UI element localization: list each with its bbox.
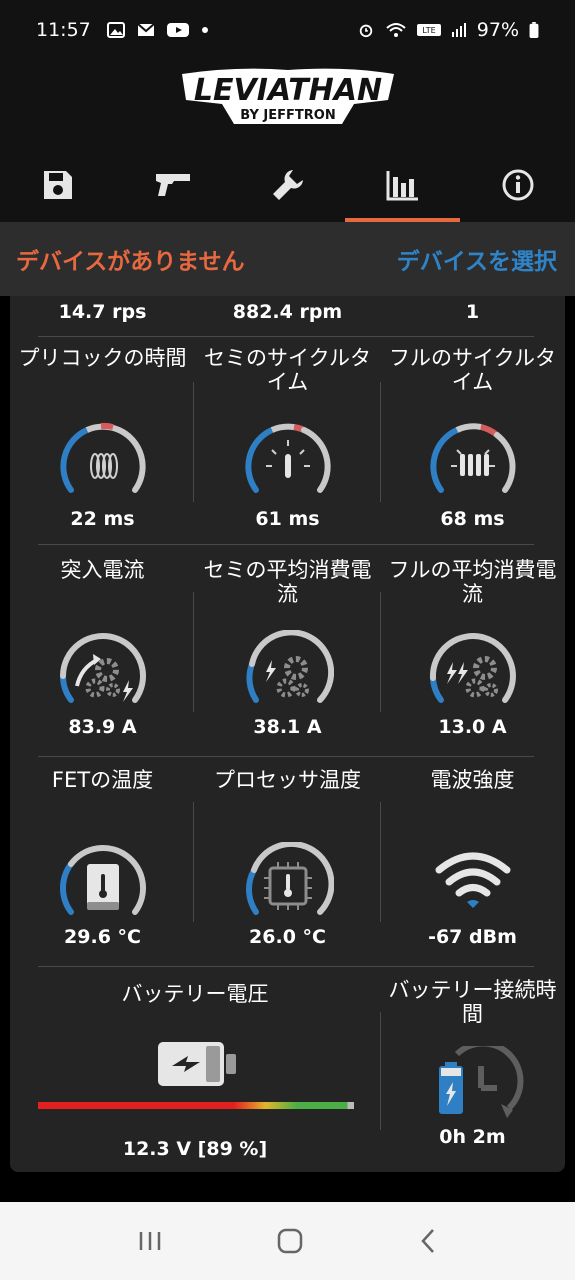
tab-stats[interactable] [345,148,460,222]
full-cycle-label: フルのサイクルタイム [389,346,556,394]
home-icon[interactable] [276,1227,304,1255]
back-icon[interactable] [418,1227,438,1255]
battery-charging-icon [158,1042,236,1086]
divider [193,592,194,712]
rpm-value: 882.4 rpm [232,301,343,323]
dot-icon [201,27,208,33]
precock-coil-gauge-icon [59,422,146,493]
cpu-temp-cell: プロセッサ温度 26.0 °C [195,768,380,968]
battery-time-value: 0h 2m [439,1126,506,1148]
battery-voltage-label: バッテリー電圧 [121,982,269,1006]
full-cycle-cell: フルのサイクルタイム 68 ms [380,346,565,546]
alarm-icon [359,24,372,38]
battery-icon [529,22,539,38]
inrush-gears-gauge-icon [59,633,146,703]
battery-percent: 97% [476,19,519,41]
semi-cycle-value: 61 ms [255,508,320,530]
info-icon [502,169,533,201]
youtube-icon [166,23,189,37]
select-device-button[interactable]: デバイスを選択 [397,242,557,276]
full-cycle-value: 68 ms [440,508,505,530]
wifi-icon [386,23,406,37]
gun-icon [155,174,190,196]
rps-value: 14.7 rps [58,301,147,323]
signal-value: -67 dBm [428,926,517,948]
divider [38,966,534,967]
mail-icon [137,23,155,36]
tab-save[interactable] [0,148,115,222]
tab-tools[interactable] [230,148,345,222]
semi-cycle-gauge-icon [244,423,331,493]
battery-level-bar [38,1102,354,1109]
battery-time-label: バッテリー接続時間 [388,978,557,1026]
battery-voltage-value: 12.3 V [89 %] [122,1138,268,1160]
logo-title: LEVIATHAN [194,73,382,108]
semi-current-gears-gauge-icon [245,630,334,703]
semi-current-cell: セミの平均消費電流 38.1 A [195,558,380,758]
volte-icon: LTE [416,24,441,36]
full-current-gears-gauge-icon [429,633,516,703]
signal-label: 電波強度 [430,768,515,792]
wifi-signal-icon [435,852,510,908]
fet-temp-value: 29.6 °C [64,926,141,948]
divider [38,336,534,337]
inrush-label: 突入電流 [60,558,145,582]
divider [38,756,534,757]
cpu-temp-value: 26.0 °C [249,926,326,948]
tab-gun[interactable] [115,148,230,222]
device-bar: デバイスがありません デバイスを選択 [0,222,575,296]
fet-temp-cell: FETの温度 29.6 °C [10,768,195,968]
full-current-label: フルの平均消費電流 [388,558,557,606]
metrics-panel: 14.7 rps 882.4 rpm 1 プリコックの時間 22 ms セミのサ… [10,296,565,1172]
semi-current-value: 38.1 A [253,716,322,738]
svg-text:LTE: LTE [422,26,435,35]
tab-bar [0,148,575,222]
recent-apps-icon[interactable] [137,1229,163,1253]
processor-thermometer-gauge-icon [245,842,334,915]
precock-cell: プリコックの時間 22 ms [10,346,195,546]
tab-info[interactable] [460,148,575,222]
save-icon [43,171,72,199]
app-header: LEVIATHAN BY JEFFTRON [0,60,575,222]
divider [193,802,194,922]
gallery-icon [106,22,125,38]
precock-value: 22 ms [70,508,135,530]
bar-chart-icon [386,171,418,201]
leviathan-logo: LEVIATHAN BY JEFFTRON [182,68,394,124]
semi-cycle-cell: セミのサイクルタイム 61 ms [195,346,380,546]
signal-icon [451,23,466,37]
semi-cycle-label: セミのサイクルタイム [204,346,371,394]
semi-current-label: セミの平均消費電流 [203,558,372,606]
fet-thermometer-gauge-icon [59,845,146,915]
wrench-icon [272,170,303,200]
signal-cell: 電波強度 -67 dBm [380,768,565,968]
full-current-value: 13.0 A [438,716,507,738]
fet-temp-label: FETの温度 [51,768,154,792]
inrush-value: 83.9 A [68,716,137,738]
system-nav-bar [0,1202,575,1280]
full-current-cell: フルの平均消費電流 13.0 A [380,558,565,758]
battery-time-cell: バッテリー接続時間 0h 2m [380,978,565,1172]
inrush-cell: 突入電流 83.9 A [10,558,195,758]
logo-subtitle: BY JEFFTRON [240,108,335,123]
full-cycle-gauge-icon [429,423,516,493]
divider [38,544,534,545]
divider [193,382,194,502]
status-time: 11:57 [36,19,91,41]
precock-label: プリコックの時間 [18,346,187,370]
shot-count-value: 1 [465,301,480,323]
status-bar: 11:57 LTE 97% [0,0,575,60]
top-values-row: 14.7 rps 882.4 rpm 1 [10,296,565,336]
battery-clock-icon [438,1046,523,1118]
cpu-temp-label: プロセッサ温度 [214,768,361,792]
device-status: デバイスがありません [16,249,245,275]
